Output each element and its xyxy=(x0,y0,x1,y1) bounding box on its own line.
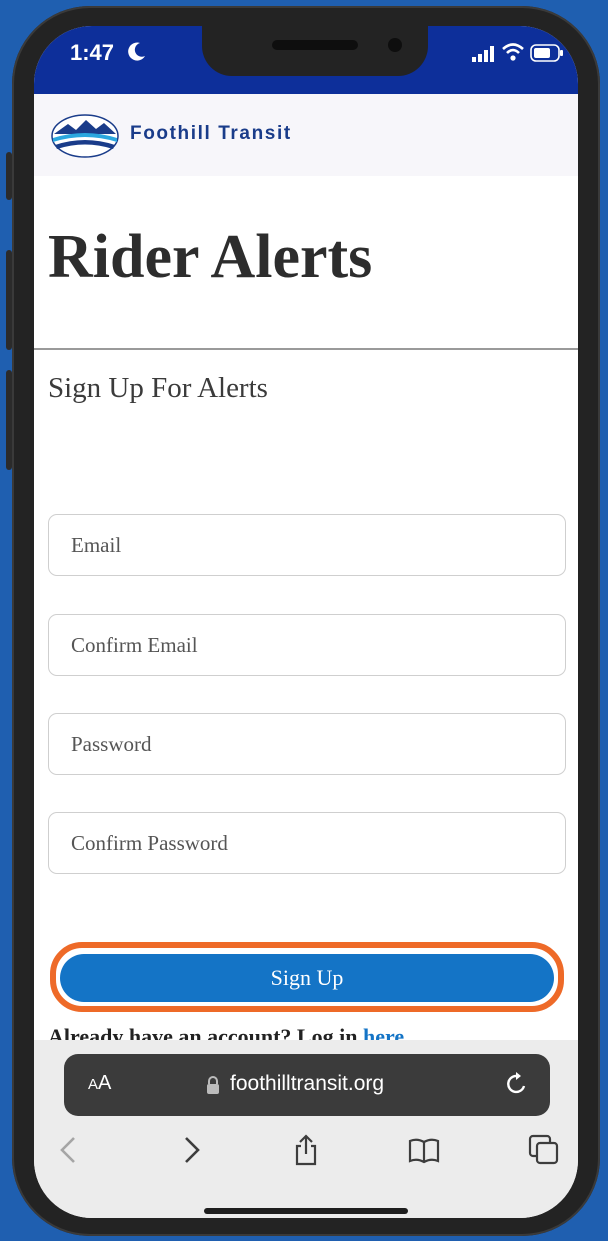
aa-small: A xyxy=(88,1076,99,1093)
home-indicator xyxy=(204,1208,408,1214)
cellular-signal-icon xyxy=(472,46,494,62)
speaker xyxy=(272,40,358,50)
status-time: 1:47 xyxy=(70,40,115,65)
form-heading: Sign Up For Alerts xyxy=(48,372,268,404)
notch xyxy=(202,26,428,76)
battery-icon xyxy=(530,44,563,62)
back-icon[interactable] xyxy=(54,1134,86,1166)
password-field[interactable] xyxy=(48,713,566,775)
camera xyxy=(388,38,402,52)
confirm-email-field[interactable] xyxy=(48,614,566,676)
moon-icon xyxy=(128,42,145,61)
browser-toolbar: AA foothilltransit.org xyxy=(34,1040,578,1218)
status-bar: 1:47 xyxy=(34,26,578,94)
sign-up-button[interactable]: Sign Up xyxy=(60,954,554,1002)
text-size-button[interactable]: AA xyxy=(88,1072,111,1095)
tabs-icon[interactable] xyxy=(528,1134,560,1166)
forward-icon[interactable] xyxy=(174,1134,206,1166)
wifi-icon xyxy=(502,43,524,61)
lock-icon xyxy=(207,1076,219,1094)
foothill-transit-logo[interactable] xyxy=(50,112,120,160)
aa-big: A xyxy=(98,1072,112,1094)
email-field[interactable] xyxy=(48,514,566,576)
confirm-password-field[interactable] xyxy=(48,812,566,874)
url-text: foothilltransit.org xyxy=(230,1072,385,1095)
phone-screen: 1:47 Foothill Transit Rider Alerts Sign … xyxy=(34,26,578,1218)
site-header: Foothill Transit xyxy=(34,94,578,176)
logo-text: Foothill Transit xyxy=(130,123,292,144)
phone-frame: 1:47 Foothill Transit Rider Alerts Sign … xyxy=(12,6,600,1236)
page-title: Rider Alerts xyxy=(48,223,373,291)
share-icon[interactable] xyxy=(290,1134,322,1166)
address-bar[interactable]: AA foothilltransit.org xyxy=(64,1054,550,1116)
divider xyxy=(34,348,578,350)
reload-icon[interactable] xyxy=(504,1070,530,1098)
bookmarks-icon[interactable] xyxy=(408,1134,440,1166)
